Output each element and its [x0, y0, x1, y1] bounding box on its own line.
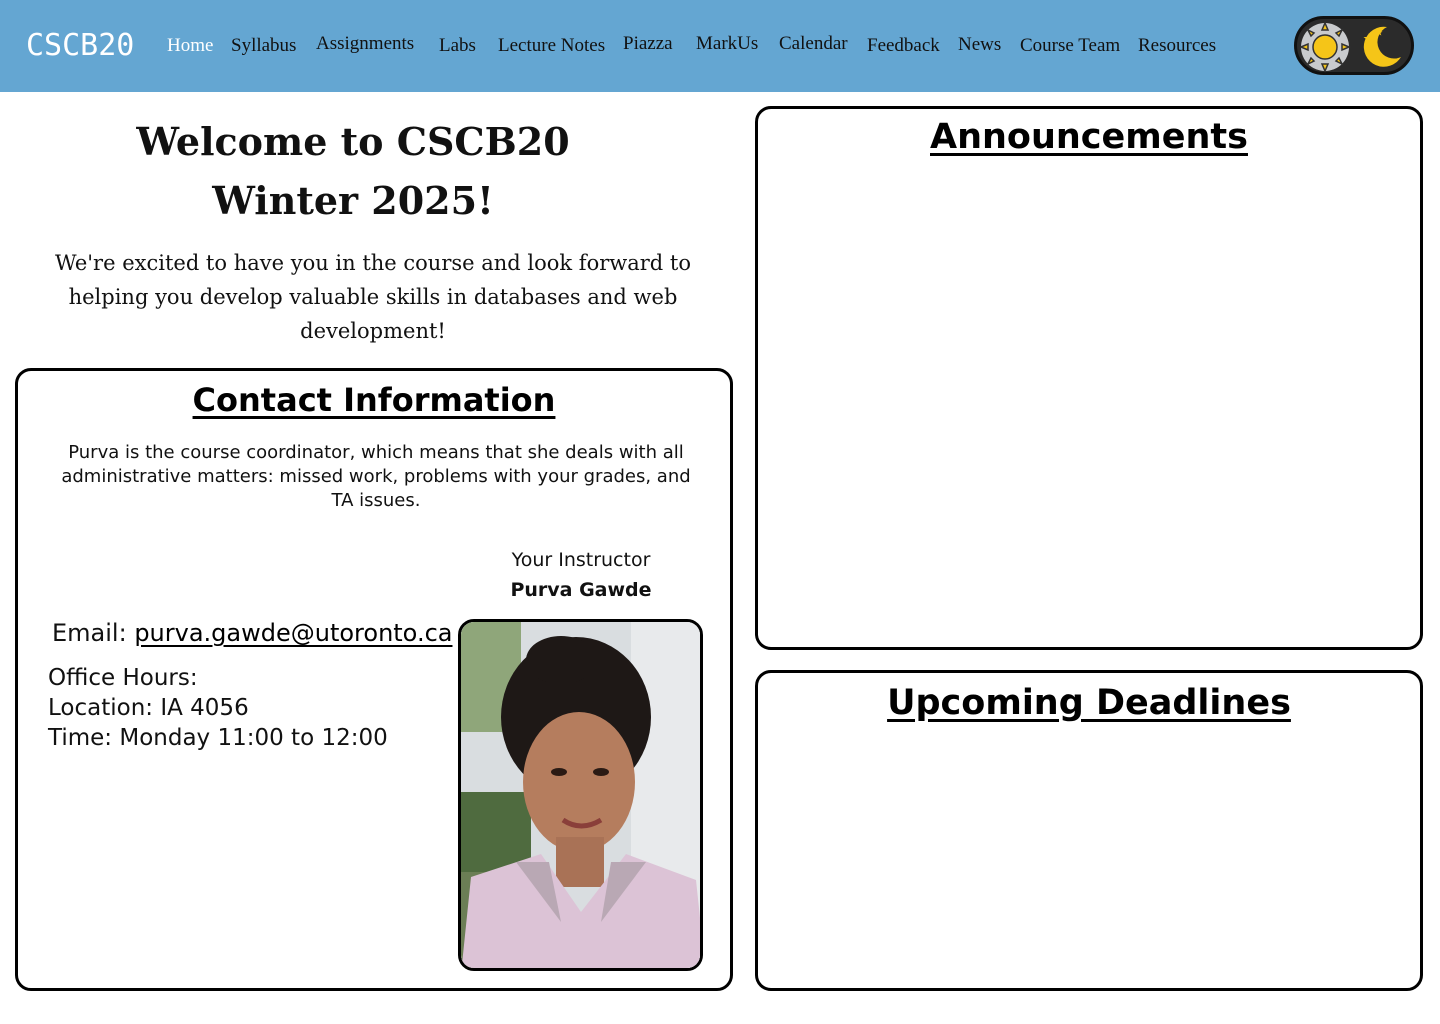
office-location: Location: IA 4056 [48, 695, 249, 721]
nav-resources[interactable]: Resources [1138, 35, 1216, 57]
contact-card: Contact Information Purva is the course … [15, 368, 733, 991]
welcome-title-line1: Welcome to CSCB20 [136, 119, 570, 164]
theme-toggle[interactable] [1294, 16, 1414, 75]
nav-assignments[interactable]: Assignments [316, 33, 414, 55]
nav-home[interactable]: Home [167, 35, 213, 57]
nav-calendar[interactable]: Calendar [779, 33, 848, 55]
email-row: Email: purva.gawde@utoronto.ca [52, 619, 452, 647]
email-link[interactable]: purva.gawde@utoronto.ca [134, 619, 452, 647]
nav-labs[interactable]: Labs [439, 35, 476, 57]
deadlines-card: Upcoming Deadlines [755, 670, 1423, 991]
deadlines-title: Upcoming Deadlines [887, 683, 1291, 723]
announcements-title: Announcements [930, 117, 1248, 157]
instructor-photo [458, 619, 703, 971]
sun-icon [1299, 21, 1351, 73]
announcements-card: Announcements [755, 106, 1423, 650]
nav-course-team[interactable]: Course Team [1020, 35, 1120, 57]
welcome-heading: Welcome to CSCB20 Winter 2025! [40, 112, 666, 230]
instructor-name: Purva Gawde [510, 579, 652, 601]
site-logo[interactable]: CSCB20 [26, 28, 134, 63]
contact-description: Purva is the course coordinator, which m… [61, 442, 691, 511]
nav-feedback[interactable]: Feedback [867, 35, 940, 57]
nav-lecture-notes[interactable]: Lecture Notes [498, 35, 605, 57]
office-hours: Office Hours: Location: IA 4056 Time: Mo… [48, 663, 388, 753]
top-nav-bar: CSCB20 Home Syllabus Assignments Labs Le… [0, 0, 1440, 92]
instructor-portrait-image [461, 622, 700, 968]
nav-piazza[interactable]: Piazza [623, 33, 673, 55]
email-label: Email: [52, 619, 127, 647]
office-hours-label: Office Hours: [48, 665, 198, 691]
moon-icon [1363, 26, 1401, 67]
office-time: Time: Monday 11:00 to 12:00 [48, 725, 388, 751]
nav-syllabus[interactable]: Syllabus [231, 35, 296, 57]
nav-markus[interactable]: MarkUs [696, 33, 758, 55]
contact-title: Contact Information [192, 381, 556, 419]
welcome-title-line2: Winter 2025! [212, 178, 494, 223]
nav-news[interactable]: News [958, 34, 1001, 56]
instructor-label: Your Instructor [511, 549, 651, 571]
welcome-message: We're excited to have you in the course … [54, 251, 691, 343]
